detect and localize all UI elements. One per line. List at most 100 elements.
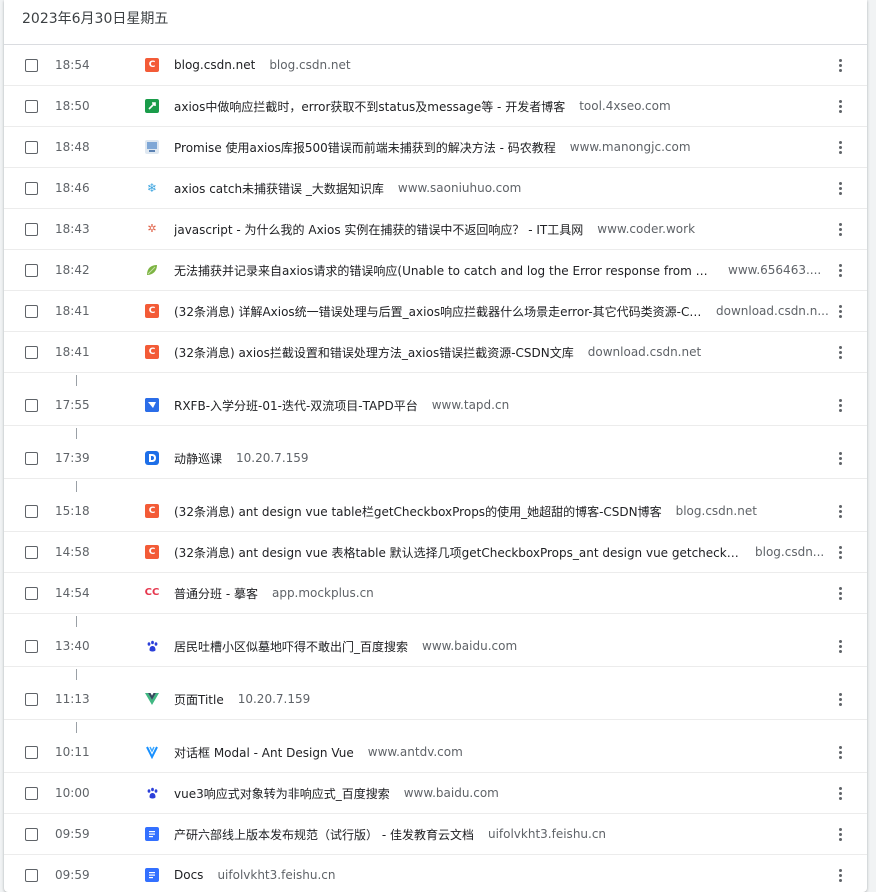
page-domain: www.656463.... xyxy=(728,263,822,277)
more-options-icon[interactable] xyxy=(831,219,849,239)
history-row[interactable]: 13:40 居民吐槽小区似墓地吓得不敢出门_百度搜索 www.baidu.com xyxy=(4,614,867,667)
page-domain: download.csdn.net xyxy=(587,345,702,359)
more-options-icon[interactable] xyxy=(831,55,849,75)
page-title-link[interactable]: 产研六部线上版本发布规范（试行版） - 佳发教育云文档 xyxy=(174,826,474,843)
row-checkbox[interactable] xyxy=(25,140,38,154)
history-row[interactable]: 18:48 Promise 使用axios库报500错误而前端未捕获到的解决方法… xyxy=(4,127,867,168)
row-checkbox[interactable] xyxy=(25,304,38,318)
more-options-icon[interactable] xyxy=(831,824,849,844)
more-options-icon[interactable] xyxy=(831,689,849,709)
row-checkbox[interactable] xyxy=(25,58,38,72)
tapd-icon xyxy=(145,398,159,412)
csdn-icon: C xyxy=(145,545,159,559)
more-options-icon[interactable] xyxy=(831,501,849,521)
feishu-doc-icon xyxy=(145,868,159,882)
page-title-link[interactable]: axios catch未捕获错误 _大数据知识库 xyxy=(174,180,384,197)
page-title-link[interactable]: RXFB-入学分班-01-迭代-双流项目-TAPD平台 xyxy=(174,397,418,414)
history-row[interactable]: 18:41 C (32条消息) axios拦截设置和错误处理方法_axios错误… xyxy=(4,332,867,373)
history-row[interactable]: 11:13 页面Title 10.20.7.159 xyxy=(4,667,867,720)
row-checkbox[interactable] xyxy=(25,639,38,653)
row-checkbox[interactable] xyxy=(25,345,38,359)
page-title-link[interactable]: vue3响应式对象转为非响应式_百度搜索 xyxy=(174,785,390,802)
visit-time: 14:58 xyxy=(55,545,90,559)
coder-work-icon: ✲ xyxy=(147,222,157,235)
more-options-icon[interactable] xyxy=(831,583,849,603)
row-checkbox[interactable] xyxy=(25,181,38,195)
more-options-icon[interactable] xyxy=(831,301,849,321)
page-title-link[interactable]: axios中做响应拦截时，error获取不到status及message等 - … xyxy=(174,98,565,115)
row-checkbox[interactable] xyxy=(25,263,38,277)
csdn-icon: C xyxy=(145,58,159,72)
page-title-link[interactable]: 普通分班 - 摹客 xyxy=(174,585,258,602)
page-domain: 10.20.7.159 xyxy=(237,692,311,706)
more-options-icon[interactable] xyxy=(831,395,849,415)
antdv-icon xyxy=(145,745,159,759)
page-title-link[interactable]: Docs xyxy=(174,868,203,882)
more-options-icon[interactable] xyxy=(831,542,849,562)
more-options-icon[interactable] xyxy=(831,178,849,198)
row-checkbox[interactable] xyxy=(25,222,38,236)
history-row[interactable]: 10:11 对话框 Modal - Ant Design Vue www.ant… xyxy=(4,720,867,773)
row-checkbox[interactable] xyxy=(25,545,38,559)
visit-time: 11:13 xyxy=(55,692,90,706)
row-checkbox[interactable] xyxy=(25,692,38,706)
visit-time: 17:39 xyxy=(55,451,90,465)
history-row[interactable]: 09:59 产研六部线上版本发布规范（试行版） - 佳发教育云文档 uifolv… xyxy=(4,814,867,855)
page-title-link[interactable]: 对话框 Modal - Ant Design Vue xyxy=(174,744,354,761)
history-row[interactable]: 15:18 C (32条消息) ant design vue table栏get… xyxy=(4,479,867,532)
row-checkbox[interactable] xyxy=(25,504,38,518)
page-domain: 10.20.7.159 xyxy=(236,451,309,465)
visit-time: 18:54 xyxy=(55,58,90,72)
row-checkbox[interactable] xyxy=(25,451,38,465)
history-row[interactable]: 18:41 C (32条消息) 详解Axios统一错误处理与后置_axios响应… xyxy=(4,291,867,332)
more-options-icon[interactable] xyxy=(831,742,849,762)
history-row[interactable]: 18:50 axios中做响应拦截时，error获取不到status及messa… xyxy=(4,86,867,127)
row-checkbox[interactable] xyxy=(25,99,38,113)
visit-time: 18:42 xyxy=(55,263,90,277)
page-title-link[interactable]: (32条消息) 详解Axios统一错误处理与后置_axios响应拦截器什么场景走… xyxy=(174,303,702,320)
history-row[interactable]: 09:59 Docs uifolvkht3.feishu.cn xyxy=(4,855,867,892)
row-checkbox[interactable] xyxy=(25,868,38,882)
page-title-link[interactable]: blog.csdn.net xyxy=(174,58,255,72)
more-options-icon[interactable] xyxy=(831,448,849,468)
history-row[interactable]: 18:46 ❄ axios catch未捕获错误 _大数据知识库 www.sao… xyxy=(4,168,867,209)
history-row[interactable]: 14:58 C (32条消息) ant design vue 表格table 默… xyxy=(4,532,867,573)
more-options-icon[interactable] xyxy=(831,96,849,116)
history-row[interactable]: 17:39 动静巡课 10.20.7.159 xyxy=(4,426,867,479)
row-checkbox[interactable] xyxy=(25,786,38,800)
page-title-link[interactable]: (32条消息) axios拦截设置和错误处理方法_axios错误拦截资源-CSD… xyxy=(174,344,574,361)
page-title-link[interactable]: 页面Title xyxy=(174,691,224,708)
page-title-link[interactable]: javascript - 为什么我的 Axios 实例在捕获的错误中不返回响应？… xyxy=(174,221,583,238)
more-options-icon[interactable] xyxy=(831,342,849,362)
history-row[interactable]: 10:00 vue3响应式对象转为非响应式_百度搜索 www.baidu.com xyxy=(4,773,867,814)
vue-logo-icon xyxy=(145,692,159,706)
history-row[interactable]: 17:55 RXFB-入学分班-01-迭代-双流项目-TAPD平台 www.ta… xyxy=(4,373,867,426)
page-title-link[interactable]: (32条消息) ant design vue table栏getCheckbox… xyxy=(174,503,662,520)
page-title-link[interactable]: 无法捕获并记录来自axios请求的错误响应(Unable to catch an… xyxy=(174,262,714,279)
visit-time: 18:41 xyxy=(55,345,90,359)
row-checkbox[interactable] xyxy=(25,745,38,759)
time-gap-connector xyxy=(76,375,77,386)
page-title-link[interactable]: (32条消息) ant design vue 表格table 默认选择几项get… xyxy=(174,544,741,561)
history-row[interactable]: 14:54 CC 普通分班 - 摹客 app.mockplus.cn xyxy=(4,573,867,614)
page-title-link[interactable]: Promise 使用axios库报500错误而前端未捕获到的解决方法 - 码农教… xyxy=(174,139,556,156)
more-options-icon[interactable] xyxy=(831,137,849,157)
time-gap-connector xyxy=(76,616,77,627)
more-options-icon[interactable] xyxy=(831,865,849,885)
history-row[interactable]: 18:43 ✲ javascript - 为什么我的 Axios 实例在捕获的错… xyxy=(4,209,867,250)
row-checkbox[interactable] xyxy=(25,827,38,841)
visit-time: 18:46 xyxy=(55,181,90,195)
more-options-icon[interactable] xyxy=(831,260,849,280)
more-options-icon[interactable] xyxy=(831,636,849,656)
page-domain: www.saoniuhuo.com xyxy=(397,181,522,195)
page-title-link[interactable]: 动静巡课 xyxy=(174,450,222,467)
more-options-icon[interactable] xyxy=(831,783,849,803)
page-title-link[interactable]: 居民吐槽小区似墓地吓得不敢出门_百度搜索 xyxy=(174,638,408,655)
visit-time: 09:59 xyxy=(55,868,90,882)
visit-time: 09:59 xyxy=(55,827,90,841)
history-row[interactable]: 18:42 无法捕获并记录来自axios请求的错误响应(Unable to ca… xyxy=(4,250,867,291)
history-row[interactable]: 18:54 C blog.csdn.net blog.csdn.net xyxy=(4,45,867,86)
row-checkbox[interactable] xyxy=(25,586,38,600)
saoniuhuo-icon: ❄ xyxy=(146,181,158,195)
row-checkbox[interactable] xyxy=(25,398,38,412)
